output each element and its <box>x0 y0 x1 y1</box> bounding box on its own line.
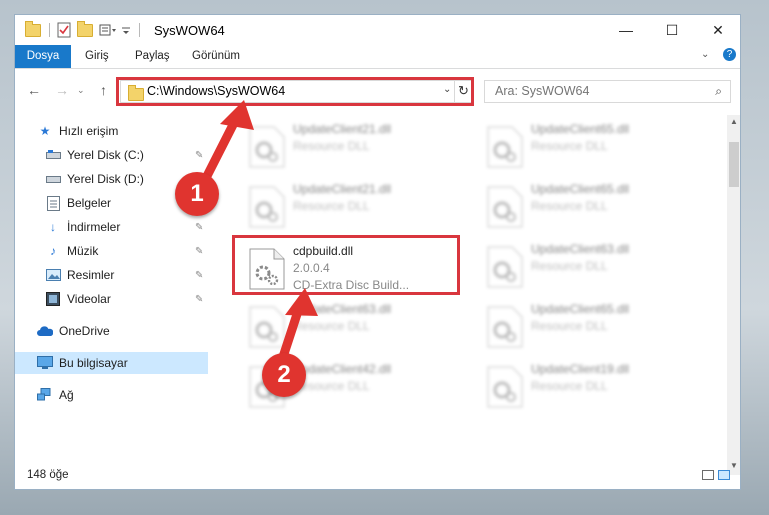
annotation-arrows <box>201 100 318 365</box>
callout-step-2: 2 <box>262 353 306 397</box>
arrow-two-head <box>285 288 318 316</box>
callout-step-1: 1 <box>175 172 219 216</box>
arrow-one-head <box>220 100 254 130</box>
